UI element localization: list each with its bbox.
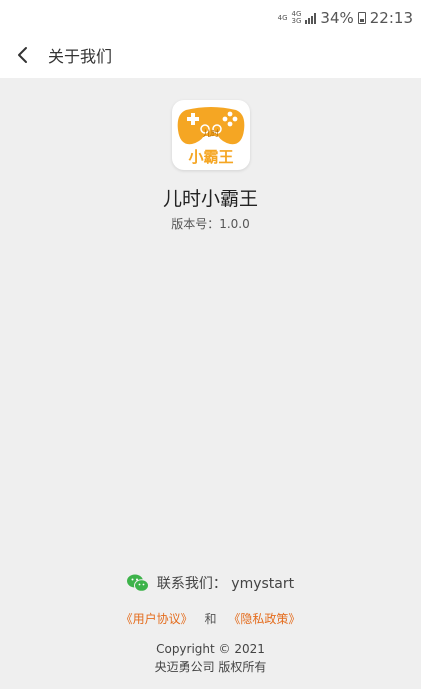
copyright-text: Copyright © 2021 [156, 642, 265, 656]
company-text: 央迈勇公司 版权所有 [154, 660, 267, 674]
contact-row: 联系我们： ymystart [0, 573, 421, 593]
network-label-4g: 4G [277, 14, 288, 22]
back-button[interactable] [0, 40, 44, 70]
wechat-icon [126, 574, 149, 592]
clock: 22:13 [369, 9, 413, 27]
top-bar: 4G 4G 3G 34% 22:13 关于我们 [0, 0, 421, 78]
version-text: 版本号：1.0.0 [171, 217, 250, 231]
contact-text: 联系我们： ymystart [156, 576, 295, 592]
privacy-policy-link[interactable]: 《隐私政策》 [228, 612, 300, 626]
signal-icon [305, 12, 317, 24]
user-agreement-link[interactable]: 《用户协议》 [121, 612, 193, 626]
app-logo: 儿时 小霸王 [172, 100, 250, 170]
app-name: 儿时小霸王 [162, 188, 258, 210]
chevron-left-icon [18, 47, 27, 63]
page-title: 关于我们 [48, 47, 113, 66]
svg-text:小霸王: 小霸王 [188, 148, 233, 166]
copyright-block: Copyright © 2021 央迈勇公司 版权所有 [0, 640, 421, 676]
network-type-icon: 4G 3G [291, 10, 302, 25]
battery-icon [357, 12, 366, 24]
policy-links: 《用户协议》 和 《隐私政策》 [0, 610, 421, 627]
and-text: 和 [204, 612, 217, 626]
gamepad-logo-icon: 儿时 小霸王 [177, 107, 245, 166]
battery-percent: 34% [320, 9, 354, 27]
navigation-bar: 关于我们 [0, 40, 421, 70]
status-bar: 4G 4G 3G 34% 22:13 [278, 8, 413, 28]
svg-text:儿时: 儿时 [203, 128, 219, 138]
